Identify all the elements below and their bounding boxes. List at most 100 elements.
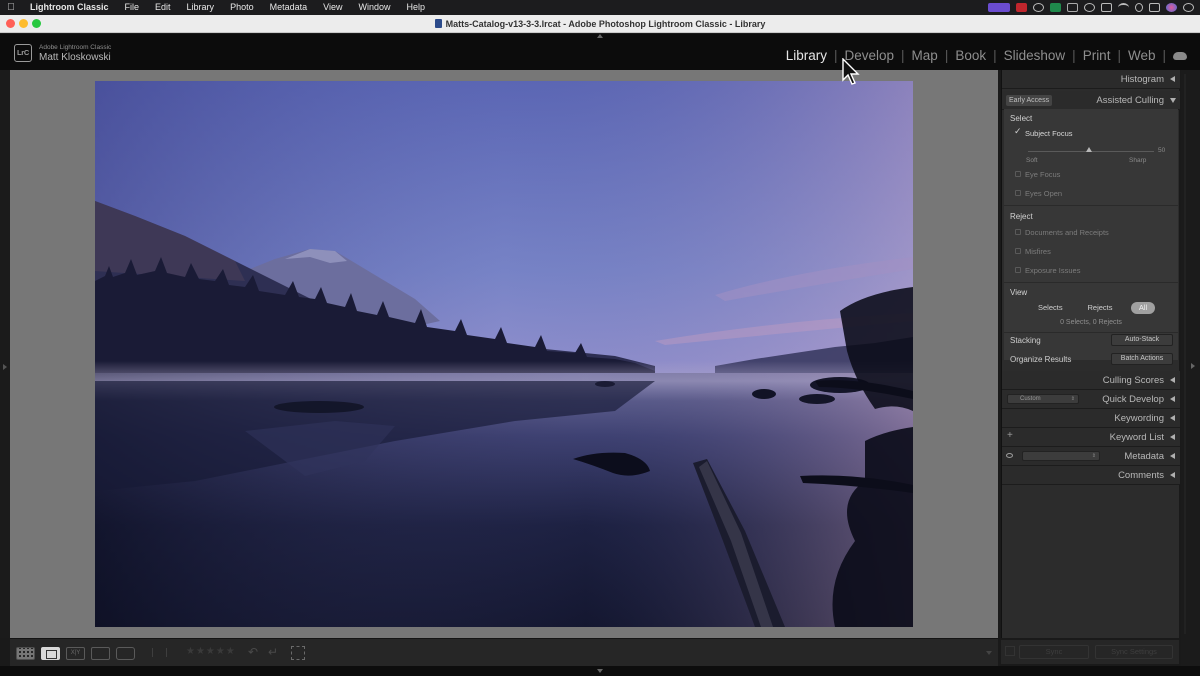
notification-icon[interactable] [1183, 3, 1194, 12]
module-web[interactable]: Web [1121, 48, 1163, 63]
eye-focus-label: Eye Focus [1025, 170, 1061, 179]
play-icon[interactable] [1084, 3, 1095, 12]
menu-view[interactable]: View [315, 0, 350, 15]
menu-photo[interactable]: Photo [222, 0, 262, 15]
eye-icon[interactable] [1006, 453, 1013, 458]
select-arrows-icon: ⇕ [1091, 453, 1096, 459]
menu-metadata[interactable]: Metadata [262, 0, 316, 15]
photo-preview[interactable] [95, 81, 913, 627]
wifi-icon[interactable] [1118, 3, 1129, 12]
auto-sync-toggle[interactable] [1005, 646, 1015, 656]
reject-section-title: Reject [1010, 212, 1033, 221]
siri-icon[interactable] [1166, 3, 1177, 12]
right-panel-toggle-icon[interactable] [1191, 363, 1195, 369]
view-all-button[interactable]: All [1131, 302, 1155, 314]
saved-preset-select[interactable]: Custom ⇕ [1007, 394, 1079, 404]
loupe-view-icon[interactable] [41, 647, 60, 660]
module-print[interactable]: Print [1076, 48, 1118, 63]
cloud-sync-icon[interactable] [1173, 52, 1187, 60]
status-icons [988, 0, 1194, 15]
menu-edit[interactable]: Edit [147, 0, 179, 15]
left-panel-toggle-icon[interactable] [3, 364, 7, 370]
module-slideshow[interactable]: Slideshow [997, 48, 1073, 63]
menu-library[interactable]: Library [179, 0, 223, 15]
section-divider [1004, 332, 1178, 333]
identity-user: Matt Kloskowski [39, 52, 111, 63]
checkbox-box [1015, 248, 1021, 254]
camera-icon[interactable] [1067, 3, 1078, 12]
checkbox-box [1015, 229, 1021, 235]
star-rating[interactable]: ★★★★★ [186, 646, 236, 657]
sync-button[interactable]: Sync [1019, 645, 1089, 659]
histogram-panel-header[interactable]: Histogram [1002, 70, 1180, 89]
collapse-arrow-icon [1170, 377, 1175, 383]
keyword-list-label: Keyword List [1109, 432, 1164, 443]
subject-focus-slider-thumb[interactable] [1086, 147, 1092, 152]
search-icon[interactable] [1135, 3, 1143, 12]
module-book[interactable]: Book [948, 48, 993, 63]
batch-actions-button[interactable]: Batch Actions [1111, 353, 1173, 365]
library-toolbar: X|Y ★★★★★ ↶ ↵ [10, 638, 998, 666]
macos-menu-bar:  Lightroom Classic File Edit Library Ph… [0, 0, 1200, 15]
panel-scrollbar[interactable] [1184, 74, 1186, 634]
right-panel-bottom-bar: Sync Sync Settings [1001, 640, 1179, 664]
quick-develop-panel-header[interactable]: Custom ⇕ Quick Develop [1002, 390, 1180, 409]
sync-settings-button[interactable]: Sync Settings [1095, 645, 1173, 659]
early-access-badge: Early Access [1006, 95, 1053, 106]
assisted-culling-label: Assisted Culling [1096, 95, 1164, 106]
assisted-culling-panel-header[interactable]: Early Access Assisted Culling [1002, 91, 1180, 110]
module-library[interactable]: Library [779, 48, 834, 63]
control-center-icon[interactable] [1149, 3, 1160, 12]
keyword-list-panel-header[interactable]: + Keyword List [1002, 428, 1180, 447]
menu-app[interactable]: Lightroom Classic [22, 0, 117, 15]
menu-file[interactable]: File [117, 0, 148, 15]
metadata-label: Metadata [1124, 451, 1164, 462]
comments-panel-header[interactable]: Comments [1002, 466, 1180, 485]
apple-menu-icon[interactable]:  [0, 2, 22, 13]
keywording-panel-header[interactable]: Keywording [1002, 409, 1180, 428]
people-view-icon[interactable] [116, 647, 135, 660]
survey-view-icon[interactable] [91, 647, 110, 660]
filmstrip-toggle-icon[interactable] [597, 669, 603, 673]
add-keyword-icon[interactable]: + [1007, 430, 1013, 441]
auto-stack-button[interactable]: Auto-Stack [1111, 334, 1173, 346]
view-selects-button[interactable]: Selects [1038, 302, 1063, 314]
sync-status-icon[interactable] [1033, 3, 1044, 12]
checkmark-icon: ✓ [1014, 126, 1022, 136]
keywording-label: Keywording [1114, 413, 1164, 424]
menu-window[interactable]: Window [350, 0, 398, 15]
flag-pick-icon[interactable] [152, 648, 160, 657]
lrc-logo-icon: LrC [14, 44, 32, 62]
recording-icon[interactable] [1016, 3, 1027, 12]
menu-help[interactable]: Help [399, 0, 434, 15]
identity-product: Adobe Lightroom Classic [39, 44, 112, 51]
checkbox-box [1015, 190, 1021, 196]
app-status-icon[interactable] [1050, 3, 1061, 12]
module-separator: | [1162, 48, 1166, 63]
culling-scores-panel-header[interactable]: Culling Scores [1002, 371, 1180, 390]
collapse-arrow-icon [1170, 396, 1175, 402]
collapse-arrow-icon [1170, 472, 1175, 478]
flag-reject-icon[interactable] [166, 648, 174, 657]
culling-counts: 0 Selects, 0 Rejects [1060, 319, 1122, 326]
grid-view-icon[interactable] [16, 647, 35, 660]
metadata-panel-header[interactable]: ⇕ Metadata [1002, 447, 1180, 466]
rotate-left-icon[interactable]: ↶ [248, 645, 258, 659]
top-panel-toggle-icon[interactable] [597, 34, 603, 38]
metadata-preset-select[interactable]: ⇕ [1022, 451, 1100, 461]
view-rejects-button[interactable]: Rejects [1086, 302, 1114, 314]
collapse-arrow-icon [1170, 453, 1175, 459]
eyes-open-label: Eyes Open [1025, 189, 1063, 198]
module-map[interactable]: Map [905, 48, 945, 63]
rotate-right-icon[interactable]: ↵ [268, 645, 278, 659]
module-picker: Library | Develop | Map | Book | Slideshow | … [779, 48, 1166, 63]
screen-record-icon[interactable] [988, 3, 1010, 12]
expand-arrow-icon [1170, 98, 1176, 103]
crop-overlay-icon[interactable] [291, 646, 305, 660]
slider-min-label: Soft [1026, 157, 1038, 164]
exposure-issues-label: Exposure Issues [1025, 266, 1081, 275]
toolbar-content-dropdown-icon[interactable] [986, 651, 992, 655]
battery-icon[interactable] [1101, 3, 1112, 12]
compare-view-icon[interactable]: X|Y [66, 647, 85, 660]
culling-scores-label: Culling Scores [1102, 375, 1164, 386]
